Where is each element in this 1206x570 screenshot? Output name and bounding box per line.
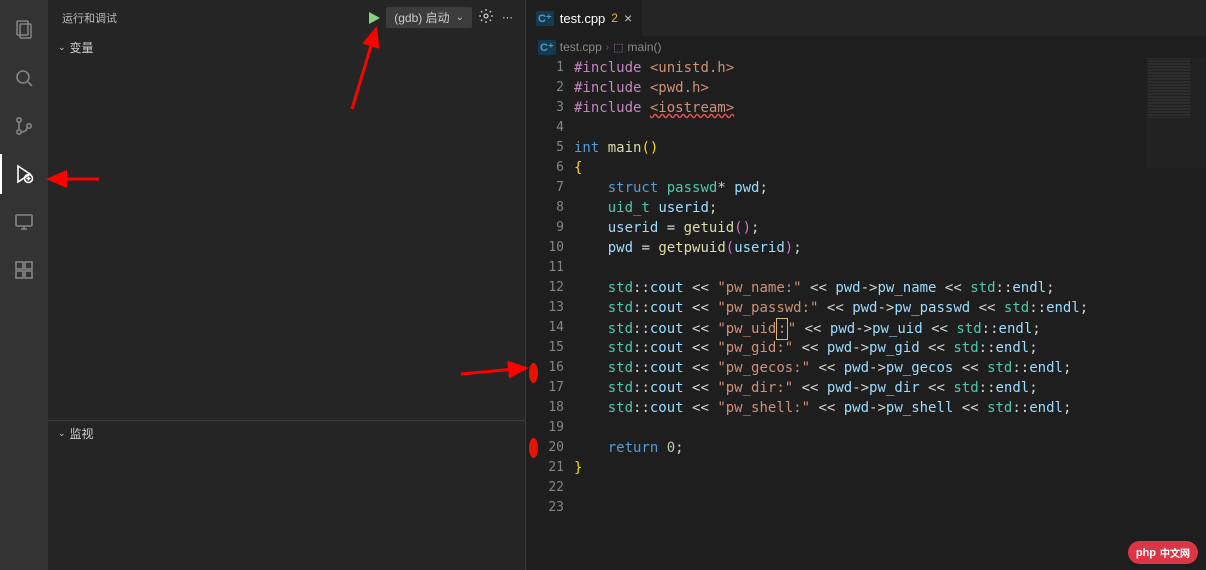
tab-bar: C⁺ test.cpp 2 ×: [526, 0, 1206, 36]
debug-config-label: (gdb) 启动: [394, 9, 449, 26]
line-number: 23: [540, 498, 564, 518]
activity-bar: [0, 0, 48, 570]
line-number: 12: [540, 278, 564, 298]
line-number: 5: [540, 138, 564, 158]
code-line[interactable]: struct passwd* pwd;: [574, 178, 1146, 198]
code-line[interactable]: [574, 118, 1146, 138]
watch-section-header[interactable]: ⌄ 监视: [48, 421, 525, 446]
line-number: 3: [540, 98, 564, 118]
line-number: 2: [540, 78, 564, 98]
breakpoint-dot[interactable]: [529, 438, 538, 458]
code-line[interactable]: [574, 418, 1146, 438]
line-number: 16: [540, 358, 564, 378]
symbol-function-icon: ⬚: [613, 41, 623, 54]
code-line[interactable]: std::cout << "pw_uid:" << pwd->pw_uid <<…: [574, 318, 1146, 338]
scm-icon[interactable]: [0, 106, 48, 146]
line-number: 15: [540, 338, 564, 358]
line-number: 14: [540, 318, 564, 338]
code-line[interactable]: std::cout << "pw_passwd:" << pwd->pw_pas…: [574, 298, 1146, 318]
watermark-site: 中文网: [1160, 545, 1190, 560]
code-line[interactable]: }: [574, 458, 1146, 478]
cpp-file-icon: C⁺: [538, 40, 556, 55]
chevron-down-icon: ⌄: [58, 428, 66, 439]
line-number: 1: [540, 58, 564, 78]
extensions-icon[interactable]: [0, 250, 48, 290]
breakpoint-gutter[interactable]: [526, 58, 540, 570]
chevron-right-icon: ›: [606, 42, 609, 53]
line-number-gutter: 1234567891011121314151617181920212223: [540, 58, 574, 570]
line-number: 17: [540, 378, 564, 398]
line-number: 11: [540, 258, 564, 278]
debug-sidebar: 运行和调试 (gdb) 启动 ⌄ ⋯ ⌄ 变量 ⌄ 监视: [48, 0, 526, 570]
line-number: 18: [540, 398, 564, 418]
code-line[interactable]: [574, 498, 1146, 518]
remote-icon[interactable]: [0, 202, 48, 242]
watch-area: ⌄ 监视: [48, 420, 525, 570]
code-line[interactable]: userid = getuid();: [574, 218, 1146, 238]
code-line[interactable]: #include <unistd.h>: [574, 58, 1146, 78]
search-icon[interactable]: [0, 58, 48, 98]
line-number: 19: [540, 418, 564, 438]
chevron-down-icon: ⌄: [58, 42, 66, 53]
code-line[interactable]: [574, 258, 1146, 278]
line-number: 20: [540, 438, 564, 458]
line-number: 13: [540, 298, 564, 318]
code-line[interactable]: std::cout << "pw_gid:" << pwd->pw_gid <<…: [574, 338, 1146, 358]
line-number: 21: [540, 458, 564, 478]
tab-warning-count: 2: [611, 11, 618, 25]
line-number: 10: [540, 238, 564, 258]
code-editor[interactable]: 1234567891011121314151617181920212223 #i…: [526, 58, 1206, 570]
tab-filename: test.cpp: [560, 11, 606, 26]
line-number: 7: [540, 178, 564, 198]
code-line[interactable]: #include <pwd.h>: [574, 78, 1146, 98]
line-number: 8: [540, 198, 564, 218]
sidebar-header: 运行和调试 (gdb) 启动 ⌄ ⋯: [48, 0, 525, 35]
cpp-file-icon: C⁺: [536, 11, 554, 26]
editor-pane: C⁺ test.cpp 2 × C⁺ test.cpp › ⬚ main() 1…: [526, 0, 1206, 570]
variables-area: [48, 60, 525, 420]
line-number: 22: [540, 478, 564, 498]
code-line[interactable]: std::cout << "pw_name:" << pwd->pw_name …: [574, 278, 1146, 298]
code-line[interactable]: std::cout << "pw_gecos:" << pwd->pw_geco…: [574, 358, 1146, 378]
minimap[interactable]: [1146, 58, 1206, 570]
variables-label: 变量: [70, 39, 94, 56]
code-line[interactable]: int main(): [574, 138, 1146, 158]
editor-tab[interactable]: C⁺ test.cpp 2 ×: [526, 0, 643, 36]
start-debug-button[interactable]: [366, 10, 382, 26]
minimap-slider[interactable]: [1146, 58, 1206, 168]
line-number: 6: [540, 158, 564, 178]
code-line[interactable]: uid_t userid;: [574, 198, 1146, 218]
gear-icon[interactable]: [476, 6, 496, 29]
code-line[interactable]: [574, 478, 1146, 498]
line-number: 4: [540, 118, 564, 138]
breadcrumb-symbol[interactable]: main(): [628, 40, 662, 54]
watermark-brand: php: [1136, 547, 1156, 559]
explorer-icon[interactable]: [0, 10, 48, 50]
sidebar-title: 运行和调试: [62, 10, 117, 26]
code-line[interactable]: {: [574, 158, 1146, 178]
chevron-down-icon: ⌄: [456, 12, 464, 23]
code-lines[interactable]: #include <unistd.h>#include <pwd.h>#incl…: [574, 58, 1146, 570]
more-icon[interactable]: ⋯: [500, 9, 515, 26]
code-line[interactable]: std::cout << "pw_shell:" << pwd->pw_shel…: [574, 398, 1146, 418]
watch-label: 监视: [70, 425, 94, 442]
code-line[interactable]: std::cout << "pw_dir:" << pwd->pw_dir <<…: [574, 378, 1146, 398]
run-debug-icon[interactable]: [0, 154, 48, 194]
breakpoint-dot[interactable]: [529, 363, 538, 383]
watermark-badge: php 中文网: [1128, 541, 1198, 564]
code-line[interactable]: pwd = getpwuid(userid);: [574, 238, 1146, 258]
debug-config-dropdown[interactable]: (gdb) 启动 ⌄: [386, 7, 472, 28]
code-line[interactable]: #include <iostream>: [574, 98, 1146, 118]
line-number: 9: [540, 218, 564, 238]
breadcrumb-file[interactable]: test.cpp: [560, 40, 602, 54]
close-icon[interactable]: ×: [624, 10, 632, 26]
code-line[interactable]: return 0;: [574, 438, 1146, 458]
breadcrumb[interactable]: C⁺ test.cpp › ⬚ main(): [526, 36, 1206, 58]
variables-section-header[interactable]: ⌄ 变量: [48, 35, 525, 60]
